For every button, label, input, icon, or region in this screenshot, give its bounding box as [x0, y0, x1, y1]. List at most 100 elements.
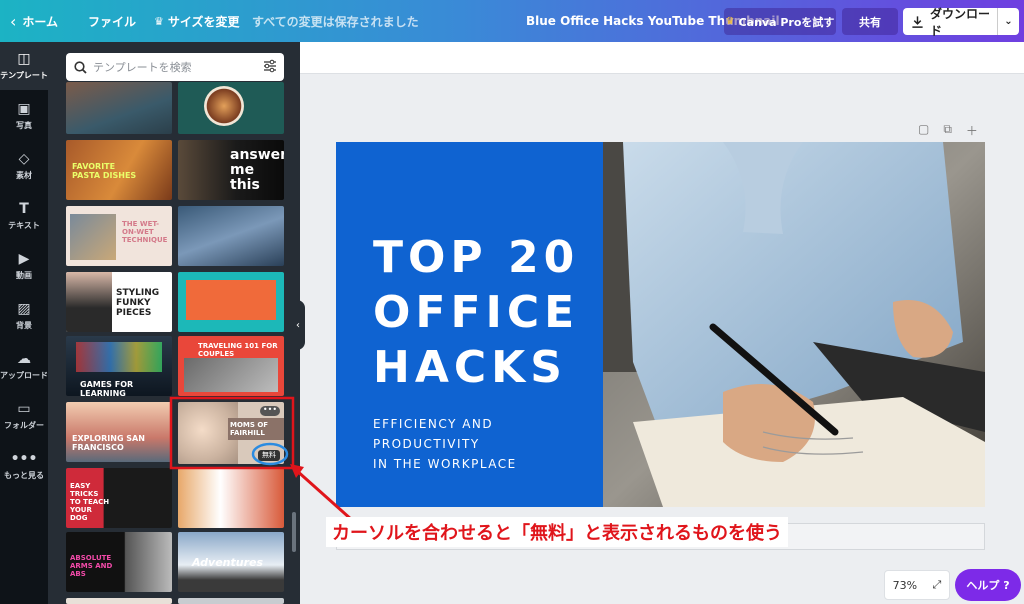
tile-text: FAVORITE PASTA DISHES — [72, 162, 137, 180]
crown-icon: ♛ — [154, 14, 164, 28]
rail-label: アップロード — [0, 370, 48, 380]
resize-label: サイズを変更 — [167, 14, 240, 29]
crown-icon: ♛ — [725, 16, 735, 27]
layout-icon: ◫ — [17, 50, 31, 67]
subtitle-line: PRODUCTIVITY — [373, 437, 480, 451]
rail-item-templates[interactable]: ◫ テンプレート — [0, 42, 48, 90]
download-icon — [912, 15, 923, 28]
try-pro-label: Canva Proを試す — [738, 15, 835, 29]
try-pro-button[interactable]: ♛ Canva Proを試す — [724, 8, 836, 35]
rail-item-background[interactable]: ▨ 背景 — [0, 292, 48, 340]
template-tile-partial[interactable] — [178, 598, 284, 604]
home-label: ホーム — [22, 14, 59, 29]
template-search[interactable]: テンプレートを検索 — [66, 53, 284, 81]
canvas-toolbar — [300, 42, 1024, 74]
tile-text: answer me this — [230, 147, 284, 193]
template-tile-couples[interactable]: TRAVELING 101 FOR COUPLES — [178, 336, 284, 396]
rail-label: テンプレート — [0, 70, 48, 80]
chevron-down-icon[interactable]: ⌄ — [998, 16, 1019, 27]
file-menu[interactable]: ファイル — [88, 0, 136, 42]
template-tile-pasta[interactable]: FAVORITE PASTA DISHES — [66, 140, 172, 200]
design-photo[interactable] — [603, 142, 985, 507]
more-options-icon[interactable]: ••• — [260, 406, 280, 416]
subtitle-line: IN THE WORKPLACE — [373, 457, 517, 471]
template-tile-food-teal[interactable] — [178, 82, 284, 134]
subtitle-line: EFFICIENCY AND — [373, 417, 494, 431]
rail-label: 写真 — [16, 120, 32, 130]
rail-label: 背景 — [16, 320, 32, 330]
template-tile-moms[interactable]: MOMS OF FAIRHILL ••• 無料 — [178, 402, 284, 464]
tile-text: Adventures — [192, 556, 264, 569]
duplicate-page-icon[interactable]: ⧉ — [943, 122, 952, 139]
side-rail: ◫ テンプレート ▣ 写真 ◇ 素材 T テキスト ▶ 動画 ▨ 背景 ☁ アッ… — [0, 42, 48, 604]
rail-item-upload[interactable]: ☁ アップロード — [0, 342, 48, 390]
tile-text: EXPLORING SAN FRANCISCO — [72, 434, 145, 452]
search-placeholder: テンプレートを検索 — [93, 61, 192, 74]
rail-item-folders[interactable]: ▭ フォルダー — [0, 392, 48, 440]
rail-item-text[interactable]: T テキスト — [0, 192, 48, 240]
template-tile-abs[interactable]: ABSOLUTE ARMS AND ABS — [66, 532, 172, 592]
template-tile-games[interactable]: GAMES FOR LEARNING — [66, 336, 172, 396]
download-button[interactable]: ダウンロード ⌄ — [903, 7, 1019, 38]
text-icon: T — [19, 200, 29, 217]
tile-text: STYLING FUNKY PIECES — [116, 288, 160, 318]
resize-button[interactable]: ♛ サイズを変更 — [154, 0, 240, 42]
folder-icon: ▭ — [17, 400, 31, 417]
template-tile-sf[interactable]: EXPLORING SAN FRANCISCO — [66, 402, 172, 462]
template-tile-orange[interactable] — [178, 272, 284, 332]
filter-icon[interactable] — [262, 58, 278, 74]
add-page-icon[interactable]: ＋ — [966, 122, 978, 139]
design-blue-panel: TOP 20 OFFICE HACKS EFFICIENCY AND PRODU… — [336, 142, 603, 507]
template-tile-funky[interactable]: STYLING FUNKY PIECES — [66, 272, 172, 332]
top-bar: ‹ ホーム ファイル ♛ サイズを変更 すべての変更は保存されました Blue … — [0, 0, 1024, 42]
rail-item-photos[interactable]: ▣ 写真 — [0, 92, 48, 140]
page-tools: ▢ ⧉ ＋ — [918, 122, 978, 139]
template-tile-dog[interactable]: EASY TRICKS TO TEACH YOUR DOG — [66, 468, 172, 528]
rail-item-more[interactable]: ••• もっと見る — [0, 442, 48, 490]
tile-text: MOMS OF FAIRHILL — [230, 421, 269, 437]
design-headline[interactable]: TOP 20 OFFICE HACKS — [373, 230, 579, 395]
design-subtitle[interactable]: EFFICIENCY AND PRODUCTIVITY IN THE WORKP… — [373, 414, 517, 474]
chevron-left-icon: ‹ — [10, 11, 17, 31]
zoom-level: 73% — [892, 578, 918, 592]
share-button[interactable]: 共有 — [842, 8, 898, 35]
cloud-upload-icon: ☁ — [17, 350, 31, 367]
template-tile-wet[interactable]: THE WET-ON-WET TECHNIQUE — [66, 206, 172, 266]
template-tile-adventures[interactable]: Adventures — [178, 532, 284, 592]
home-button[interactable]: ‹ ホーム — [10, 0, 58, 42]
free-badge: 無料 — [258, 450, 280, 461]
rail-label: 動画 — [16, 270, 32, 280]
download-main[interactable]: ダウンロード — [903, 7, 998, 38]
template-tile-fruit[interactable] — [178, 468, 284, 528]
shapes-icon: ◇ — [18, 150, 30, 167]
fullscreen-icon[interactable]: ⤢ — [932, 578, 941, 592]
note-icon[interactable]: ▢ — [918, 122, 929, 139]
headline-line: TOP 20 — [373, 232, 580, 283]
tile-text: THE WET-ON-WET TECHNIQUE — [122, 220, 168, 244]
template-tile-partial[interactable] — [66, 598, 172, 604]
more-dots-icon: ••• — [10, 450, 38, 467]
tile-text: TRAVELING 101 FOR COUPLES — [198, 342, 278, 358]
template-tile-answer[interactable]: answer me this — [178, 140, 284, 200]
rail-label: もっと見る — [4, 470, 44, 480]
rail-item-videos[interactable]: ▶ 動画 — [0, 242, 48, 290]
templates-panel: テンプレートを検索 FAVORITE PASTA DISHES answer m… — [48, 42, 300, 604]
rail-label: フォルダー — [4, 420, 44, 430]
video-icon: ▶ — [18, 250, 30, 267]
panel-scrollbar[interactable] — [292, 512, 296, 552]
tile-text: ABSOLUTE ARMS AND ABS — [70, 554, 113, 578]
image-icon: ▣ — [17, 100, 31, 117]
collapse-panel-button[interactable]: ‹ — [291, 300, 305, 350]
rail-label: 素材 — [16, 170, 32, 180]
tile-text: GAMES FOR LEARNING — [80, 380, 134, 396]
template-tile-ocean[interactable] — [178, 206, 284, 266]
save-status: すべての変更は保存されました — [252, 14, 419, 29]
zoom-control[interactable]: 73% ⤢ — [884, 570, 950, 600]
download-label: ダウンロード — [930, 6, 991, 38]
template-tile-blueberries[interactable] — [66, 82, 172, 134]
design-canvas[interactable]: TOP 20 OFFICE HACKS EFFICIENCY AND PRODU… — [336, 142, 985, 507]
rail-label: テキスト — [8, 220, 40, 230]
annotation-callout: カーソルを合わせると「無料」と表示されるものを使う — [326, 517, 788, 547]
rail-item-elements[interactable]: ◇ 素材 — [0, 142, 48, 190]
help-button[interactable]: ヘルプ ? — [955, 569, 1021, 601]
